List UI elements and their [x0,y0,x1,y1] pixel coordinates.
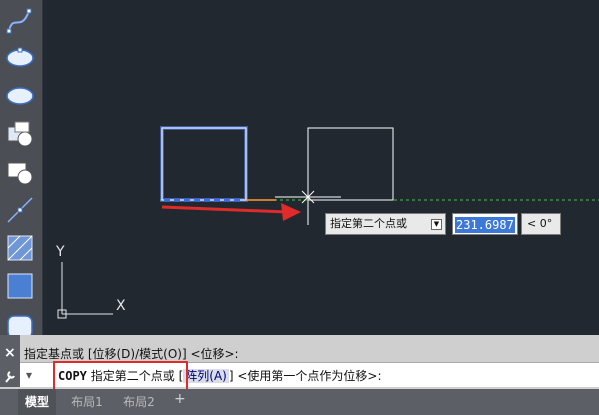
distance-value[interactable]: 231.6987 [455,217,515,233]
ellipse-arc-icon[interactable] [3,79,37,113]
command-line-side: × [0,335,20,387]
array-option[interactable]: 阵列(A) [183,369,229,383]
ellipse-icon[interactable] [3,41,37,75]
ucs-x-label: X [116,298,126,314]
make-block-icon[interactable] [3,155,37,189]
tab-layout1[interactable]: 布局1 [64,389,110,415]
selected-rectangle [160,126,248,202]
distance-input[interactable]: 231.6987 [452,213,518,235]
insert-block-icon[interactable] [3,117,37,151]
spline-icon[interactable] [3,3,37,37]
command-prompt: 指定第二个点或 [90,369,175,383]
close-icon[interactable]: × [4,345,16,361]
tab-model[interactable]: 模型 [18,389,56,415]
angle-input[interactable]: < 0° [521,213,561,235]
point-icon[interactable] [3,193,37,227]
tab-layout2[interactable]: 布局2 [116,389,162,415]
drawing-canvas[interactable]: Y X [43,0,599,335]
hatch-icon[interactable] [3,231,37,265]
wrench-icon[interactable] [4,368,16,387]
command-prompt-icon[interactable]: ▾ [26,368,32,382]
command-history: 指定基点或 [位移(D)/模式(O)] <位移>: [24,347,239,361]
dynamic-input-prompt-text: 指定第二个点或 [330,217,407,230]
dynamic-input-prompt: 指定第二个点或 ▼ [325,213,446,235]
options-dropdown-icon[interactable]: ▼ [431,219,442,230]
annotation-arrow [161,205,288,214]
layout-tabs: 模型 布局1 布局2 + [0,389,599,415]
add-layout-icon[interactable]: + [174,391,186,407]
command-input[interactable]: ▾ COPY 指定第二个点或 [阵列(A)] <使用第一个点作为位移>: [20,362,599,387]
ucs-icon [57,262,113,319]
gradient-icon[interactable] [3,269,37,303]
draw-toolbar [0,0,43,339]
copy-preview-rectangle [307,127,394,201]
command-name: COPY [58,369,87,383]
ucs-y-label: Y [56,244,65,260]
command-current-text: COPY 指定第二个点或 [阵列(A)] <使用第一个点作为位移>: [58,367,382,384]
command-tail: ] <使用第一个点作为位移>: [228,369,382,383]
